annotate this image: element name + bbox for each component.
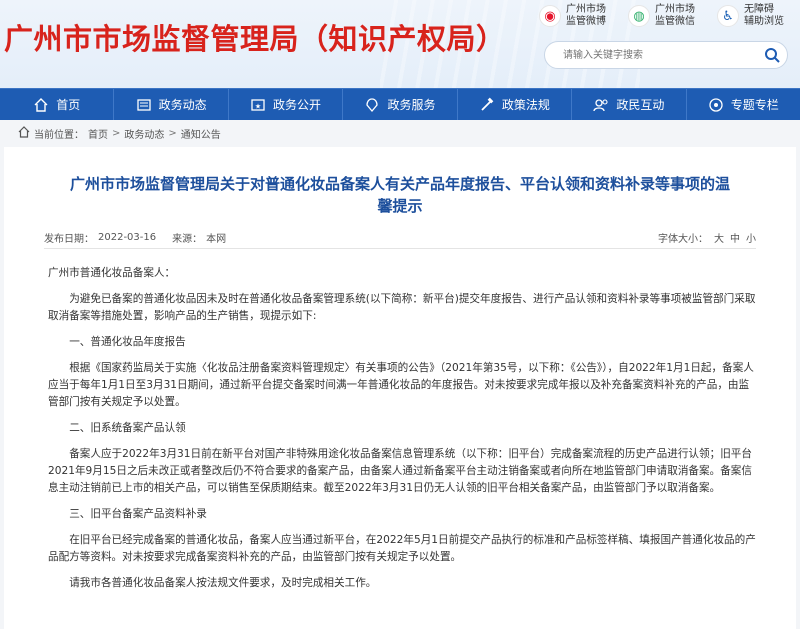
policy-icon [479,97,495,113]
font-size-control: 字体大小： 大 中 小 [658,230,756,245]
article-paragraph: 为避免已备案的普通化妆品因未及时在普通化妆品备案管理系统(以下简称：新平台)提交… [48,293,756,322]
article-section-heading: 二、旧系统备案产品认领 [69,422,186,434]
font-size-large[interactable]: 大 [714,230,724,245]
breadcrumb-home[interactable]: 首页 [88,126,108,141]
search-box [544,41,788,69]
quick-link-label: 监管微信 [655,16,695,27]
breadcrumb-separator: > [112,127,121,139]
nav-item-label: 首页 [56,98,81,112]
breadcrumb-news[interactable]: 政务动态 [124,126,164,141]
publish-date-label: 发布日期： [44,234,94,245]
topic-icon [708,97,724,113]
source: 本网 [206,234,227,245]
nav-item-label: 政策法规 [501,98,550,112]
breadcrumb-prefix: 当前位置： [34,129,84,141]
nav-item-disclosure[interactable]: ★ 政务公开 [229,89,344,120]
quick-link-wechat[interactable]: ◍ 广州市场 监管微信 [628,4,703,28]
article-body: 广州市普通化妆品备案人： 为避免已备案的普通化妆品因未及时在普通化妆品备案管理系… [48,265,756,601]
breadcrumb: 当前位置： 首页 > 政务动态 > 通知公告 [0,120,800,146]
nav-item-label: 政民互动 [616,98,665,112]
font-size-medium[interactable]: 中 [730,230,740,245]
nav-item-interaction[interactable]: 政民互动 [572,89,687,120]
quick-link-weibo[interactable]: ◉ 广州市场 监管微博 [539,4,614,28]
font-size-small[interactable]: 小 [746,230,756,245]
nav-item-label: 政务动态 [158,98,207,112]
quick-link-label: 广州市场 [566,4,606,15]
interaction-icon [593,97,609,113]
publish-date: 2022-03-16 [98,232,157,243]
quick-links: ◉ 广州市场 监管微博 ◍ 广州市场 监管微信 ♿ 无障碍 辅助浏览 [539,4,792,28]
nav-item-label: 政务公开 [273,98,322,112]
source-label: 来源： [172,234,203,245]
location-icon [18,125,30,141]
quick-link-label: 监管微博 [566,16,606,27]
article-section-heading: 一、普通化妆品年度报告 [69,336,186,348]
quick-link-label: 广州市场 [655,4,695,15]
nav-item-news[interactable]: 政务动态 [114,89,229,120]
service-icon [364,97,380,113]
nav-item-home[interactable]: 首页 [0,89,115,120]
article-meta: 发布日期： 2022-03-16 来源： 本网 字体大小： 大 中 小 [44,227,756,249]
search-input[interactable] [545,42,757,68]
article-title: 广州市市场监督管理局关于对普通化妆品备案人有关产品年度报告、平台认领和资料补录等… [69,175,730,215]
quick-link-label: 无障碍 [744,4,774,15]
article-section-heading: 三、旧平台备案产品资料补录 [69,508,207,520]
nav-item-label: 政务服务 [387,98,436,112]
home-icon [33,97,49,113]
site-title[interactable]: 广州市市场监督管理局（知识产权局） [4,16,506,58]
search-icon[interactable] [757,42,787,68]
main-nav: 首页 政务动态 ★ 政务公开 政务服务 政策法规 政民互动 专题专栏 [0,88,800,120]
breadcrumb-separator: > [168,127,177,139]
breadcrumb-notice[interactable]: 通知公告 [181,126,221,141]
nav-item-label: 专题专栏 [730,98,779,112]
quick-link-label: 辅助浏览 [744,16,784,27]
article-paragraph: 广州市普通化妆品备案人： [48,267,176,279]
weibo-icon: ◉ [539,5,561,27]
article-container: 广州市市场监督管理局关于对普通化妆品备案人有关产品年度报告、平台认领和资料补录等… [4,147,796,629]
article-paragraph: 在旧平台已经完成备案的普通化妆品，备案人应当通过新平台，在2022年5月1日前提… [48,534,756,563]
svg-text:★: ★ [255,102,261,110]
wechat-icon: ◍ [628,5,650,27]
nav-item-service[interactable]: 政务服务 [343,89,458,120]
article-paragraph: 备案人应于2022年3月31日前在新平台对国产非特殊用途化妆品备案信息管理系统（… [48,448,752,494]
quick-link-accessibility[interactable]: ♿ 无障碍 辅助浏览 [717,4,792,28]
article-paragraph: 根据《国家药监局关于实施〈化妆品注册备案资料管理规定〉有关事项的公告》（2021… [48,362,754,408]
news-icon [136,97,152,113]
disclosure-icon: ★ [250,97,266,113]
article-paragraph: 请我市各普通化妆品备案人按法规文件要求，及时完成相关工作。 [69,577,377,589]
font-size-label: 字体大小： [658,234,708,245]
nav-item-topic[interactable]: 专题专栏 [687,89,800,120]
site-header: 广州市市场监督管理局（知识产权局） ◉ 广州市场 监管微博 ◍ 广州市场 监管微信 … [0,0,800,88]
nav-item-policy[interactable]: 政策法规 [458,89,573,120]
accessibility-icon: ♿ [717,5,739,27]
